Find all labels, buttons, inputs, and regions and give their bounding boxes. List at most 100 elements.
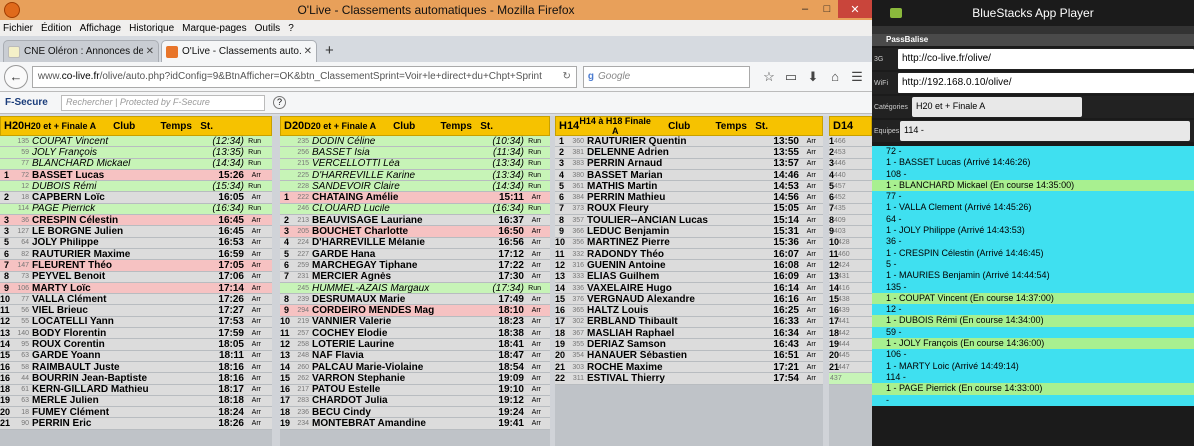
menu-help[interactable]: ? xyxy=(288,23,294,34)
table-row: 225 D'HARREVILLE Karine (13:34) Run xyxy=(280,169,550,182)
team-list-item[interactable]: 135 - xyxy=(872,281,1194,293)
team-list-item[interactable]: 108 - xyxy=(872,168,1194,180)
team-list-item[interactable]: 12 - xyxy=(872,304,1194,316)
row-status: Arr xyxy=(531,408,541,416)
table-row: 59 JOLY François (13:35) Run xyxy=(0,147,272,159)
menu-fichier[interactable]: Fichier xyxy=(3,23,33,34)
row-name: BASSET Isia xyxy=(312,147,370,158)
hamburger-menu-icon[interactable]: ☰ xyxy=(846,69,868,85)
team-list-item[interactable]: - xyxy=(872,394,1194,406)
team-list-item[interactable]: 1 - VALLA Clement (Arrivé 14:45:26) xyxy=(872,202,1194,214)
row-rank: 2 xyxy=(558,147,564,157)
row-status: Arr xyxy=(531,374,541,382)
row-rank: 3 xyxy=(3,226,9,237)
row-rank: 11 xyxy=(555,248,565,259)
row-bib: 294 xyxy=(297,307,309,315)
back-button[interactable]: ← xyxy=(4,64,28,89)
row-name: PERRIN Arnaud xyxy=(587,158,663,170)
team-list-item[interactable]: 1 - BASSET Lucas (Arrivé 14:46:26) xyxy=(872,157,1194,169)
row-bib: 356 xyxy=(572,239,584,247)
new-tab-button[interactable]: + xyxy=(325,42,334,59)
menu-edition[interactable]: Édition xyxy=(41,23,72,34)
download-icon[interactable]: ⬇ xyxy=(802,69,824,85)
menu-outils[interactable]: Outils xyxy=(255,23,281,34)
row-bib: 373 xyxy=(572,205,584,213)
home-icon[interactable]: ⌂ xyxy=(824,69,846,85)
row-status: Run xyxy=(528,284,541,292)
team-list-item[interactable]: 106 - xyxy=(872,349,1194,361)
google-icon[interactable]: g xyxy=(588,71,594,82)
row-bib: 360 xyxy=(572,137,584,145)
url-3g-input[interactable]: http://co-live.fr/olive/ xyxy=(898,49,1194,69)
team-list-item[interactable]: 1 - MARTY Loic (Arrivé 14:49:14) xyxy=(872,360,1194,372)
team-select[interactable]: 114 - xyxy=(900,121,1190,141)
tab-close-icon[interactable]: ✕ xyxy=(304,46,312,57)
table-row: 2 381 DELENNE Adrien 13:55 Arr xyxy=(555,147,823,159)
team-list-item[interactable]: 64 - xyxy=(872,213,1194,226)
row-rank: 10 xyxy=(555,237,566,248)
team-list-item[interactable]: 36 - xyxy=(872,236,1194,248)
row-time: 15:31 xyxy=(773,226,799,238)
row-name: ROCHE Maxime xyxy=(587,361,663,373)
row-status: Arr xyxy=(531,261,541,269)
row-status: Arr xyxy=(251,216,261,224)
table-row: 13 333 ELIAS Guilhem 16:09 Arr xyxy=(555,271,823,283)
row-time: 17:27 xyxy=(218,305,244,317)
menu-historique[interactable]: Historique xyxy=(129,23,174,34)
row-bib: 127 xyxy=(17,228,29,236)
menu-marque-pages[interactable]: Marque-pages xyxy=(182,23,246,34)
team-list-item[interactable]: 114 - xyxy=(872,371,1194,384)
row-name: BOUCHET Charlotte xyxy=(312,226,409,238)
row-name: JOLY François xyxy=(32,147,98,158)
row-rank: 19 xyxy=(555,339,566,349)
category-select[interactable]: H20 et + Finale A xyxy=(912,97,1082,117)
team-list-item[interactable]: 5 - xyxy=(872,258,1194,271)
row-bib: 245 xyxy=(297,284,309,292)
team-list-item[interactable]: 1 - COUPAT Vincent (En course 14:37:00) xyxy=(872,292,1194,305)
team-list-item[interactable]: 1 - BLANCHARD Mickael (En course 14:35:0… xyxy=(872,179,1194,192)
table-row: 16 365 HALTZ Louis 16:25 Arr xyxy=(555,305,823,317)
team-list-item[interactable]: 72 - xyxy=(872,146,1194,158)
row-bib: 460 xyxy=(838,250,850,258)
row-name: LEDUC Benjamin xyxy=(587,226,670,238)
firefox-menu-icon[interactable] xyxy=(4,2,20,18)
row-name: GARDE Yoann xyxy=(32,350,101,362)
header-category: H14 xyxy=(559,120,580,132)
close-button[interactable]: ✕ xyxy=(838,0,872,18)
row-time: 13:57 xyxy=(773,158,799,170)
team-list-item[interactable]: 1 - JOLY François (En course 14:36:00) xyxy=(872,338,1194,350)
table-row: 7 147 FLEURENT Théo 17:05 Arr xyxy=(0,260,272,272)
tab-close-icon[interactable]: ✕ xyxy=(146,46,154,57)
reload-icon[interactable]: ↻ xyxy=(562,71,570,82)
row-rank: 16 xyxy=(280,384,291,395)
row-bib: 36 xyxy=(21,216,29,224)
table-row: 9 294 CORDEIRO MENDES Mag 18:10 Arr xyxy=(280,305,550,317)
row-rank: 9 xyxy=(3,282,9,293)
row-name: ROUX Corentin xyxy=(32,339,105,350)
bookmark-star-icon[interactable]: ☆ xyxy=(758,69,780,85)
table-row: 10 219 VANNIER Valerie 18:23 Arr xyxy=(280,316,550,329)
maximize-button[interactable]: □ xyxy=(816,0,838,18)
team-list-item[interactable]: 1 - DUBOIS Rémi (En course 14:34:00) xyxy=(872,315,1194,327)
url-bar[interactable]: www. co-live.fr/olive/auto.php?idConfig=9… xyxy=(31,65,577,88)
row-rank: 8 xyxy=(558,215,564,225)
minimize-button[interactable]: – xyxy=(794,0,816,18)
team-list-item[interactable]: 1 - JOLY Philippe (Arrivé 14:43:53) xyxy=(872,225,1194,237)
menu-affichage[interactable]: Affichage xyxy=(80,23,122,34)
team-list-item[interactable]: 59 - xyxy=(872,326,1194,339)
fsecure-search-input[interactable]: Rechercher | Protected by F-Secure xyxy=(61,94,265,111)
help-icon[interactable]: ? xyxy=(273,96,286,109)
tab-olive[interactable]: O'Live - Classements auto... ✕ xyxy=(161,40,317,62)
table-row: 2 18 CAPBERN Loïc 16:05 Arr xyxy=(0,192,272,204)
tab-cne-oleron[interactable]: CNE Oléron : Annonces de ... ✕ xyxy=(3,40,159,62)
url-wifi-input[interactable]: http://192.168.0.10/olive/ xyxy=(898,73,1194,93)
team-list-item[interactable]: 1 - PAGE Pierrick (En course 14:33:00) xyxy=(872,383,1194,395)
row-bib: 439 xyxy=(838,307,850,315)
search-box[interactable]: g Google xyxy=(582,65,750,88)
row-rank: 5 xyxy=(283,248,289,259)
team-list-item[interactable]: 1 - MAURIES Benjamin (Arrivé 14:44:54) xyxy=(872,270,1194,282)
team-list-item[interactable]: 1 - CRESPIN Célestin (Arrivé 14:46:45) xyxy=(872,247,1194,259)
row-bib: 246 xyxy=(297,205,309,213)
reading-list-icon[interactable]: ▭ xyxy=(780,69,802,85)
team-list-item[interactable]: 77 - xyxy=(872,191,1194,203)
